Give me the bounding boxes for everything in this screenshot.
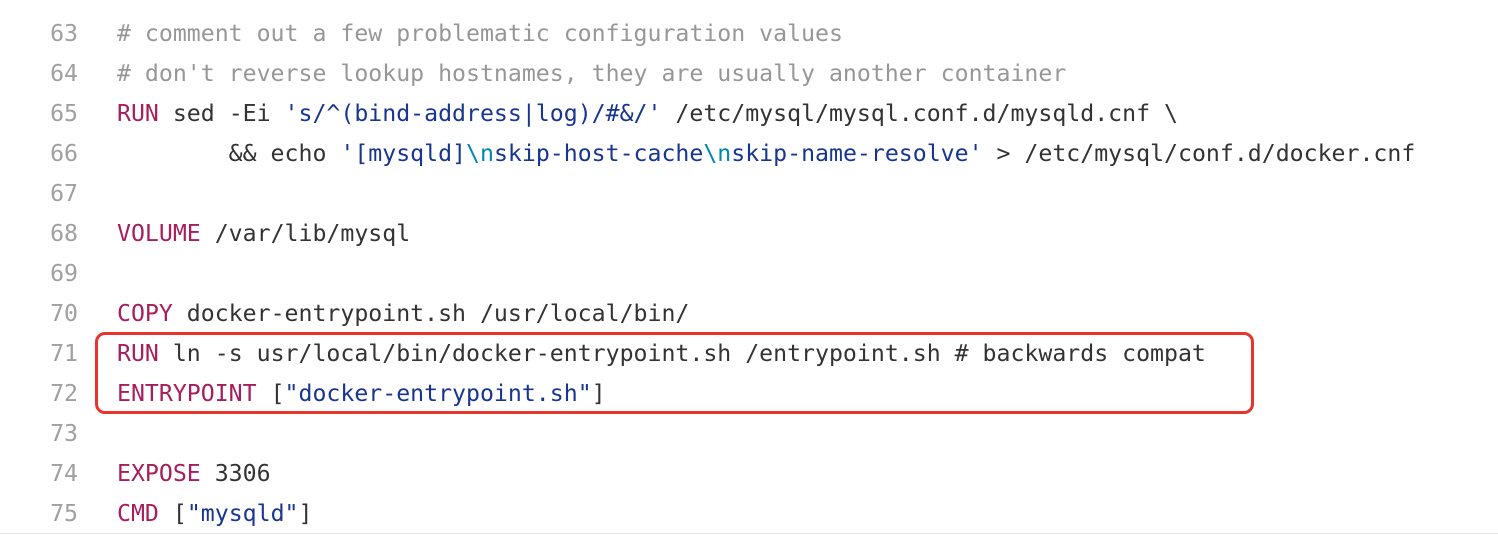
code-token-esc: \n xyxy=(703,140,732,167)
line-content: CMD ["mysqld"] xyxy=(117,494,312,534)
code-token-kw: EXPOSE xyxy=(117,460,201,487)
code-token-com: # comment out a few problematic configur… xyxy=(117,20,843,47)
code-line: 67 xyxy=(0,174,1498,214)
code-token-str: '[mysqld] xyxy=(340,140,467,167)
code-line: 65 RUN sed -Ei 's/^(bind-address|log)/#&/… xyxy=(0,94,1498,134)
line-number[interactable]: 69 xyxy=(0,254,78,294)
code-token-str: "mysqld" xyxy=(186,500,299,527)
code-token-pl: 3306 xyxy=(200,460,271,487)
line-number[interactable]: 68 xyxy=(0,214,78,254)
code-token-str: skip-host-cache xyxy=(493,140,704,167)
code-token-str: skip-name-resolve' xyxy=(731,140,983,167)
code-line: 73 xyxy=(0,414,1498,454)
code-token-kw: VOLUME xyxy=(117,220,201,247)
line-number[interactable]: 75 xyxy=(0,494,78,534)
line-content: EXPOSE 3306 xyxy=(117,454,271,494)
code-token-pl: /var/lib/mysql xyxy=(200,220,411,247)
code-line: 69 xyxy=(0,254,1498,294)
highlight-box xyxy=(95,332,1254,414)
code-token-pl: docker-entrypoint.sh /usr/local/bin/ xyxy=(172,300,690,327)
code-token-kw: CMD xyxy=(117,500,159,527)
line-number[interactable]: 70 xyxy=(0,294,78,334)
code-token-esc: \n xyxy=(466,140,494,167)
line-content: # comment out a few problematic configur… xyxy=(117,14,843,54)
code-line: 64 # don't reverse lookup hostnames, they… xyxy=(0,54,1498,94)
code-token-str: 's/^(bind-address|log)/#&/' xyxy=(284,100,662,127)
code-line: 68 VOLUME /var/lib/mysql xyxy=(0,214,1498,254)
line-content: VOLUME /var/lib/mysql xyxy=(117,214,410,254)
line-number[interactable]: 66 xyxy=(0,134,78,174)
code-line: 63 # comment out a few problematic config… xyxy=(0,14,1498,54)
line-content: RUN sed -Ei 's/^(bind-address|log)/#&/' … xyxy=(117,94,1178,134)
line-content: COPY docker-entrypoint.sh /usr/local/bin… xyxy=(117,294,689,334)
line-number[interactable]: 67 xyxy=(0,174,78,214)
line-content: && echo '[mysqld]\nskip-host-cache\nskip… xyxy=(117,134,1416,174)
code-token-pl: && echo xyxy=(117,140,341,167)
code-line: 75 CMD ["mysqld"] xyxy=(0,494,1498,534)
line-number[interactable]: 71 xyxy=(0,334,78,374)
line-number[interactable]: 63 xyxy=(0,14,78,54)
line-number[interactable]: 72 xyxy=(0,374,78,414)
code-token-kw: COPY xyxy=(117,300,173,327)
line-number[interactable]: 73 xyxy=(0,414,78,454)
line-content: # don't reverse lookup hostnames, they a… xyxy=(117,54,1066,94)
code-token-pl: [ xyxy=(158,500,187,527)
bottom-divider xyxy=(0,533,1498,534)
code-line: 74 EXPOSE 3306 xyxy=(0,454,1498,494)
line-number[interactable]: 65 xyxy=(0,94,78,134)
line-number[interactable]: 74 xyxy=(0,454,78,494)
line-number[interactable]: 64 xyxy=(0,54,78,94)
code-token-pl: > /etc/mysql/conf.d/docker.cnf xyxy=(982,140,1416,167)
code-token-kw: RUN xyxy=(117,100,159,127)
code-token-pl: /etc/mysql/mysql.conf.d/mysqld.cnf \ xyxy=(661,100,1178,127)
code-line: 66 && echo '[mysqld]\nskip-host-cache\ns… xyxy=(0,134,1498,174)
code-line: 70 COPY docker-entrypoint.sh /usr/local/b… xyxy=(0,294,1498,334)
code-view[interactable]: 63 # comment out a few problematic config… xyxy=(0,0,1498,536)
code-token-com: # don't reverse lookup hostnames, they a… xyxy=(117,60,1067,87)
code-token-pl: sed -Ei xyxy=(158,100,285,127)
code-token-pl: ] xyxy=(298,500,313,527)
